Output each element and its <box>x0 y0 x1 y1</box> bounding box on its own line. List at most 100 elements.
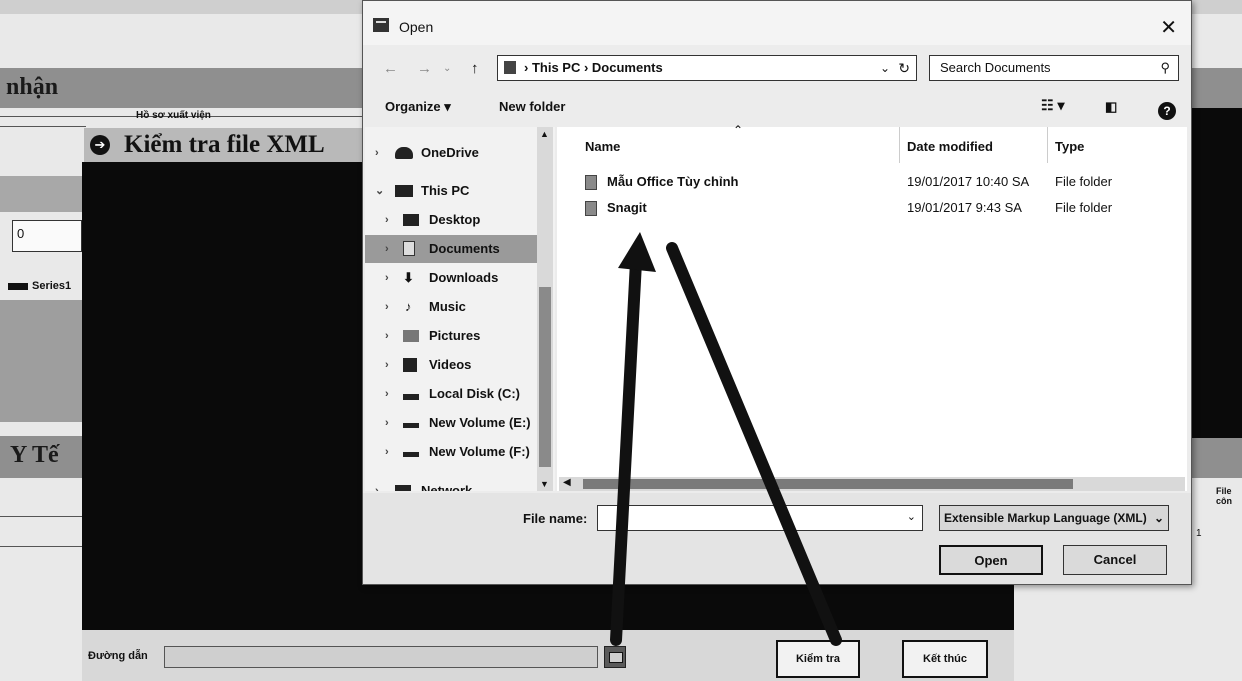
file-date: 19/01/2017 10:40 SA <box>907 174 1030 189</box>
nav-item-music[interactable]: › ♪ Music <box>365 293 539 321</box>
download-icon: ⬇ <box>403 270 414 285</box>
address-bar[interactable]: › This PC › Documents ⌄ ↻ <box>497 55 917 81</box>
sort-indicator-icon: ⌃ <box>733 123 744 137</box>
expand-arrow-icon[interactable]: › <box>375 139 385 167</box>
disk-icon <box>403 394 419 400</box>
background-header-text: nhận <box>6 74 59 100</box>
nav-item-onedrive[interactable]: › OneDrive <box>365 139 539 167</box>
scrollbar-thumb[interactable] <box>583 479 1073 489</box>
preview-pane-icon[interactable]: ◧ <box>1105 99 1117 115</box>
exit-button[interactable]: Kết thúc <box>902 640 988 678</box>
open-button[interactable]: Open <box>939 545 1043 575</box>
expand-arrow-icon[interactable]: › <box>385 438 395 466</box>
search-input[interactable]: Search Documents ⚲ <box>929 55 1179 81</box>
xml-window-header: ➔ Kiểm tra file XML <box>84 128 366 163</box>
scroll-left-icon[interactable]: ◀ <box>563 477 571 488</box>
close-icon[interactable]: ✕ <box>1160 15 1177 40</box>
horizontal-scrollbar[interactable]: ◀ <box>559 477 1185 491</box>
column-separator[interactable] <box>1047 127 1048 163</box>
view-options-icon[interactable]: ☷ ▾ <box>1041 97 1064 114</box>
path-label: Đường dẫn <box>88 650 148 662</box>
recent-chevron-icon[interactable]: ⌄ <box>443 63 451 74</box>
breadcrumb-item[interactable]: This PC <box>532 60 580 75</box>
computer-icon <box>504 61 516 74</box>
expand-arrow-icon[interactable]: › <box>385 293 395 321</box>
scroll-down-icon[interactable]: ▼ <box>540 479 549 489</box>
background-caption: Hồ sơ xuất viện <box>136 110 211 121</box>
expand-arrow-icon[interactable]: › <box>385 351 395 379</box>
desktop-icon <box>403 214 419 226</box>
search-placeholder: Search Documents <box>940 60 1051 75</box>
background-right-column-header: File côn <box>1216 486 1233 506</box>
background-section-bar: Y Tế <box>0 436 82 478</box>
organize-menu[interactable]: Organize ▾ <box>385 99 451 115</box>
up-arrow-icon[interactable]: ↑ <box>471 60 479 77</box>
file-type: File folder <box>1055 174 1113 189</box>
nav-item-documents[interactable]: › Documents <box>365 235 539 263</box>
collapse-arrow-icon[interactable]: ⌄ <box>375 177 385 205</box>
music-icon: ♪ <box>405 299 412 314</box>
file-name: Snagit <box>607 200 647 215</box>
drive-icon <box>403 423 419 428</box>
nav-item-desktop[interactable]: › Desktop <box>365 206 539 234</box>
divider <box>0 546 82 547</box>
nav-item-network[interactable]: › Network <box>365 477 539 491</box>
nav-item-this-pc[interactable]: ⌄ This PC <box>365 177 539 205</box>
navigation-scrollbar[interactable]: ▲ ▼ <box>537 127 553 491</box>
expand-arrow-icon[interactable]: › <box>385 264 395 292</box>
cancel-button[interactable]: Cancel <box>1063 545 1167 575</box>
chevron-down-icon[interactable]: ⌄ <box>907 510 916 523</box>
expand-arrow-icon[interactable]: › <box>375 477 385 491</box>
column-separator[interactable] <box>899 127 900 163</box>
column-header-date[interactable]: Date modified <box>907 139 993 154</box>
computer-icon <box>395 185 413 197</box>
file-row[interactable]: Snagit 19/01/2017 9:43 SA File folder <box>557 195 1187 221</box>
nav-item-label: Pictures <box>429 328 481 343</box>
background-chart-area <box>0 300 82 422</box>
xml-window-title: Kiểm tra file XML <box>124 131 325 158</box>
nav-item-new-volume-e[interactable]: › New Volume (E:) <box>365 409 539 437</box>
folder-icon <box>609 652 623 663</box>
background-value-field[interactable]: 0 <box>12 220 82 252</box>
check-button[interactable]: Kiểm tra <box>776 640 860 678</box>
expand-arrow-icon[interactable]: › <box>385 206 395 234</box>
expand-arrow-icon[interactable]: › <box>385 235 395 263</box>
nav-item-pictures[interactable]: › Pictures <box>365 322 539 350</box>
nav-item-local-disk-c[interactable]: › Local Disk (C:) <box>365 380 539 408</box>
browse-folder-button[interactable] <box>604 646 626 668</box>
file-name: Mẫu Office Tùy chỉnh <box>607 174 739 189</box>
column-header-name[interactable]: Name <box>585 139 620 154</box>
search-icon: ⚲ <box>1160 60 1170 75</box>
path-input[interactable] <box>164 646 598 668</box>
nav-item-videos[interactable]: › Videos <box>365 351 539 379</box>
forward-icon[interactable]: → <box>417 60 432 77</box>
file-type-select[interactable]: Extensible Markup Language (XML) ⌄ <box>939 505 1169 531</box>
breadcrumb-item[interactable]: Documents <box>592 60 663 75</box>
back-icon[interactable]: ← <box>383 60 398 77</box>
refresh-icon[interactable]: ↻ <box>898 56 910 80</box>
expand-arrow-icon[interactable]: › <box>385 409 395 437</box>
file-name-input[interactable]: ⌄ <box>597 505 923 531</box>
cloud-icon <box>395 147 413 159</box>
scrollbar-thumb[interactable] <box>539 287 551 467</box>
breadcrumb: › This PC › Documents <box>524 60 663 75</box>
nav-item-label: Local Disk (C:) <box>429 386 521 401</box>
nav-item-new-volume-f[interactable]: › New Volume (F:) <box>365 438 539 466</box>
nav-item-downloads[interactable]: › ⬇ Downloads <box>365 264 539 292</box>
drive-icon <box>403 452 419 457</box>
background-right-dark-panel <box>1192 108 1242 438</box>
file-type-value: Extensible Markup Language (XML) <box>944 511 1147 525</box>
back-arrow-icon[interactable]: ➔ <box>90 135 110 155</box>
chevron-down-icon[interactable]: ⌄ <box>880 56 890 80</box>
file-name-label: File name: <box>523 511 588 526</box>
scroll-up-icon[interactable]: ▲ <box>540 129 549 139</box>
expand-arrow-icon[interactable]: › <box>385 380 395 408</box>
column-header-type[interactable]: Type <box>1055 139 1084 154</box>
navigation-row: ← → ⌄ ↑ › This PC › Documents ⌄ ↻ Search… <box>363 51 1191 87</box>
help-icon[interactable]: ? <box>1158 102 1176 120</box>
nav-item-label: Desktop <box>429 212 481 227</box>
expand-arrow-icon[interactable]: › <box>385 322 395 350</box>
new-folder-button[interactable]: New folder <box>499 99 565 114</box>
file-row[interactable]: Mẫu Office Tùy chỉnh 19/01/2017 10:40 SA… <box>557 169 1187 195</box>
background-header-bar: nhận <box>0 68 362 108</box>
